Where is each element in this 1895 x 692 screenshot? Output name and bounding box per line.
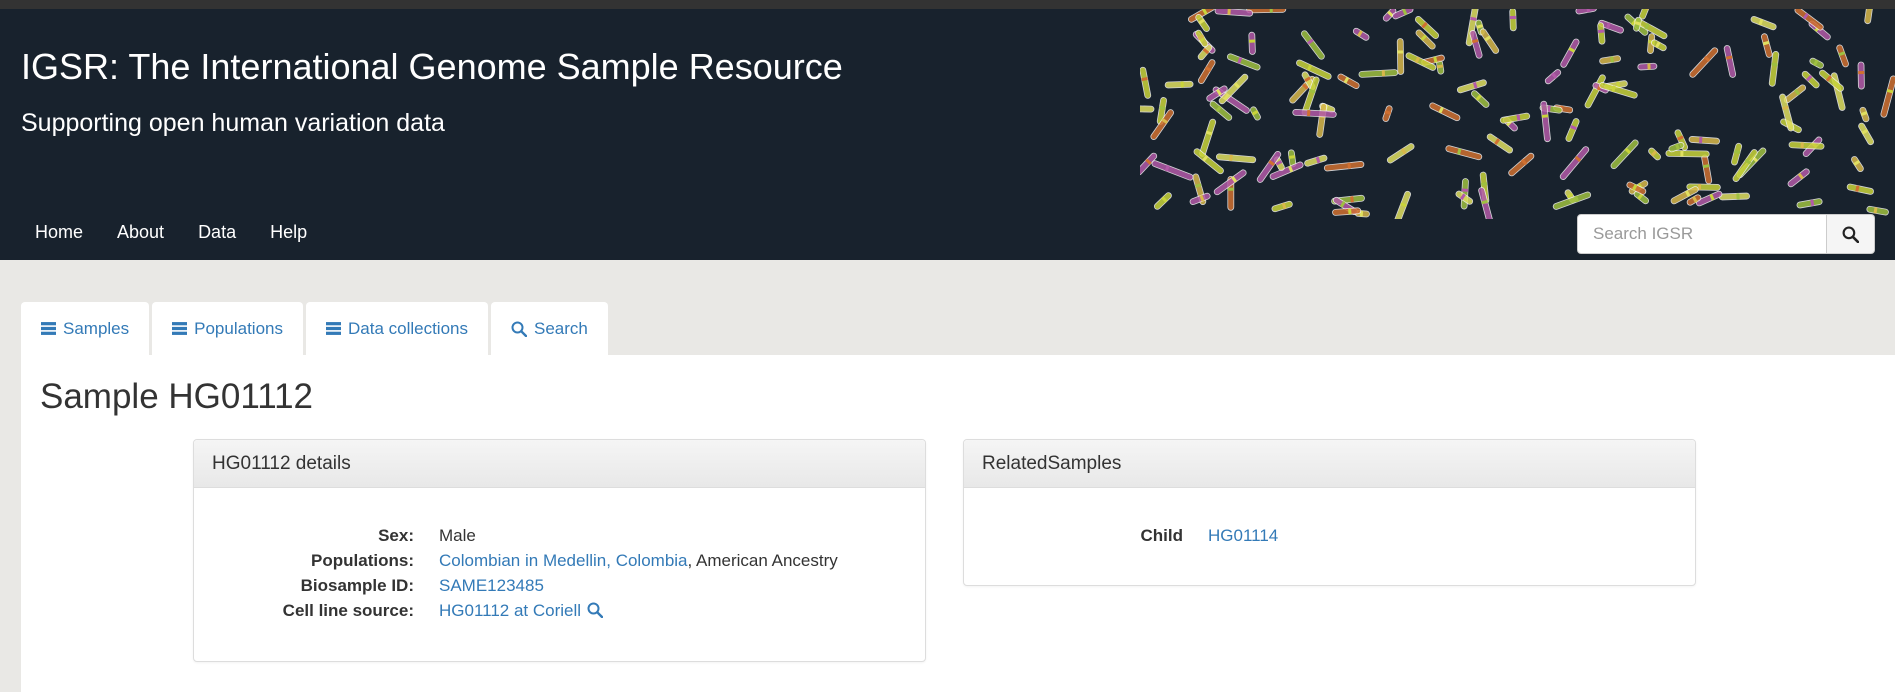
sex-value: Male (439, 525, 476, 545)
cell-line-label: Cell line source: (282, 600, 414, 620)
detail-row-populations: Populations: Colombian in Medellin, Colo… (194, 548, 838, 573)
tab-label: Search (534, 318, 588, 338)
panel-heading: RelatedSamples (964, 440, 1695, 488)
tab-data-collections[interactable]: Data collections (305, 302, 488, 355)
search-icon (511, 321, 527, 337)
search-icon (587, 602, 604, 618)
biosample-link[interactable]: SAME123485 (439, 576, 544, 595)
list-icon (41, 321, 56, 336)
browser-top-strip (0, 0, 1895, 9)
site-search (1577, 214, 1875, 254)
detail-row-sex: Sex: Male (194, 523, 838, 548)
related-row-child: Child HG01114 (964, 523, 1279, 548)
related-samples-panel: RelatedSamples Child HG01114 (963, 439, 1696, 586)
nav-about[interactable]: About (100, 214, 181, 251)
search-icon (1842, 226, 1859, 243)
detail-row-biosample: Biosample ID: SAME123485 (194, 573, 838, 598)
child-label: Child (1140, 525, 1184, 545)
tab-samples[interactable]: Samples (21, 302, 150, 355)
site-title[interactable]: IGSR: The International Genome Sample Re… (21, 46, 843, 88)
tab-label: Data collections (347, 318, 468, 338)
section-tabs: Samples Populations Data collections Sea… (21, 302, 611, 355)
page-title: Sample HG01112 (40, 377, 314, 416)
tab-search[interactable]: Search (491, 302, 608, 355)
chromosome-banner-image (1140, 9, 1895, 219)
cell-line-value: HG01112 at Coriell (439, 600, 604, 621)
biosample-value: SAME123485 (439, 576, 544, 596)
nav-help[interactable]: Help (253, 214, 324, 251)
population-suffix: , American Ancestry (687, 550, 838, 570)
site-subtitle: Supporting open human variation data (21, 109, 445, 137)
search-input[interactable] (1577, 214, 1827, 254)
main-content: Sample HG01112 HG01112 details Sex: Male… (21, 355, 1895, 692)
list-icon (325, 321, 341, 336)
detail-row-cell-line: Cell line source: HG01112 at Coriell (194, 598, 838, 623)
populations-value: Colombian in Medellin, Colombia, America… (439, 551, 838, 571)
nav-home[interactable]: Home (18, 214, 100, 251)
main-nav: Home About Data Help (18, 214, 324, 251)
tab-populations[interactable]: Populations (152, 302, 303, 355)
cell-line-link-text: HG01112 at Coriell (439, 600, 582, 620)
sample-details-panel: HG01112 details Sex: Male Populations: C… (193, 439, 926, 662)
related-list: Child HG01114 (964, 523, 1279, 548)
child-value: HG01114 (1208, 526, 1278, 546)
populations-label: Populations: (311, 550, 414, 570)
tab-label: Samples (63, 318, 130, 338)
biosample-label: Biosample ID: (300, 575, 414, 595)
sex-label: Sex: (378, 525, 414, 545)
population-link[interactable]: Colombian in Medellin, Colombia (439, 551, 688, 570)
child-sample-link[interactable]: HG01114 (1208, 526, 1278, 545)
list-icon (172, 321, 188, 336)
details-list: Sex: Male Populations: Colombian in Mede… (194, 523, 838, 623)
tab-label: Populations (194, 318, 283, 338)
nav-data[interactable]: Data (181, 214, 253, 251)
cell-line-link[interactable]: HG01112 at Coriell (439, 600, 604, 620)
search-button[interactable] (1827, 214, 1875, 254)
panel-heading: HG01112 details (194, 440, 925, 488)
